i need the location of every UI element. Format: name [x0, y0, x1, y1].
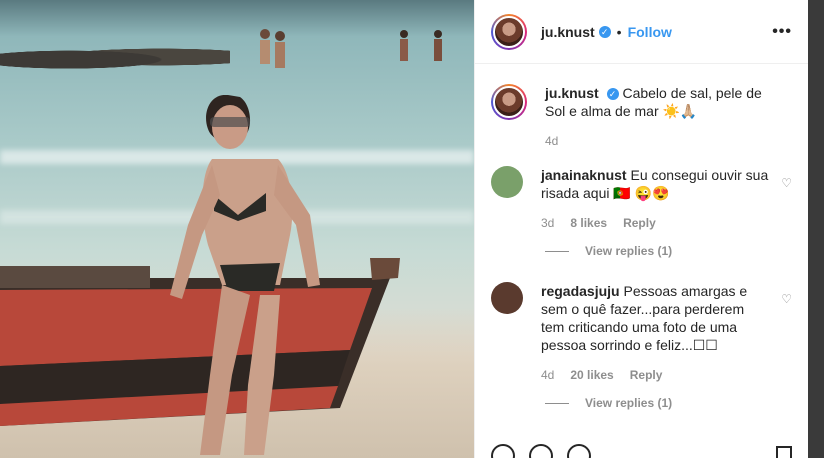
caption-text-block: ju.knust ✓ Cabelo de sal, pele de Sol e … [545, 84, 775, 150]
reply-button[interactable]: Reply [623, 214, 656, 232]
heart-icon[interactable]: ♡ [781, 176, 792, 190]
caption-meta: 4d [545, 132, 775, 150]
comment-username[interactable]: janainaknust [541, 167, 627, 183]
header-username[interactable]: ju.knust [541, 24, 595, 40]
woman [170, 95, 320, 455]
caption-time[interactable]: 4d [545, 132, 558, 150]
heart-icon[interactable] [491, 444, 515, 458]
comment-likes[interactable]: 8 likes [570, 214, 607, 232]
next-post-preview[interactable] [808, 0, 824, 458]
comment: regadasjuju Pessoas amargas e sem o quê … [491, 282, 792, 384]
comment-likes[interactable]: 20 likes [570, 366, 613, 384]
divider-line [545, 250, 569, 252]
action-bar [491, 444, 591, 458]
post-header: ju.knust ✓ • Follow ••• [475, 0, 808, 64]
comment-text-block: regadasjuju Pessoas amargas e sem o quê … [541, 282, 771, 384]
reply-button[interactable]: Reply [630, 366, 663, 384]
comment-text-block: janainaknust Eu consegui ouvir sua risad… [541, 166, 771, 232]
avatar[interactable] [491, 13, 527, 50]
caption: ju.knust ✓ Cabelo de sal, pele de Sol e … [491, 64, 792, 150]
background-person [400, 30, 442, 61]
rocks [0, 44, 230, 70]
verified-icon: ✓ [598, 25, 611, 38]
comment: janainaknust Eu consegui ouvir sua risad… [491, 166, 792, 232]
share-icon[interactable] [567, 444, 591, 458]
comment-time[interactable]: 3d [541, 214, 554, 232]
avatar[interactable] [491, 84, 527, 120]
heart-icon[interactable]: ♡ [781, 292, 792, 306]
verified-icon: ✓ [606, 88, 619, 100]
view-replies-button[interactable]: View replies (1) [545, 396, 792, 410]
view-replies-label[interactable]: View replies (1) [585, 244, 672, 258]
more-icon[interactable]: ••• [772, 23, 792, 41]
comments-list: ju.knust ✓ Cabelo de sal, pele de Sol e … [475, 64, 808, 410]
view-replies-label[interactable]: View replies (1) [585, 396, 672, 410]
post-photo[interactable] [0, 0, 474, 458]
background-person [260, 29, 285, 68]
bookmark-icon[interactable] [776, 446, 792, 458]
comment-meta: 3d 8 likes Reply [541, 214, 771, 232]
separator-dot: • [616, 23, 622, 40]
follow-button[interactable]: Follow [628, 24, 672, 40]
divider-line [545, 402, 569, 404]
comment-meta: 4d 20 likes Reply [541, 366, 771, 384]
comment-icon[interactable] [529, 444, 553, 458]
avatar[interactable] [491, 282, 523, 314]
avatar[interactable] [491, 166, 523, 198]
comment-username[interactable]: regadasjuju [541, 283, 620, 299]
post-side-panel: ju.knust ✓ • Follow ••• ju.knust ✓ Cabel… [474, 0, 808, 458]
comment-time[interactable]: 4d [541, 366, 554, 384]
view-replies-button[interactable]: View replies (1) [545, 244, 792, 258]
caption-username[interactable]: ju.knust [545, 85, 599, 101]
